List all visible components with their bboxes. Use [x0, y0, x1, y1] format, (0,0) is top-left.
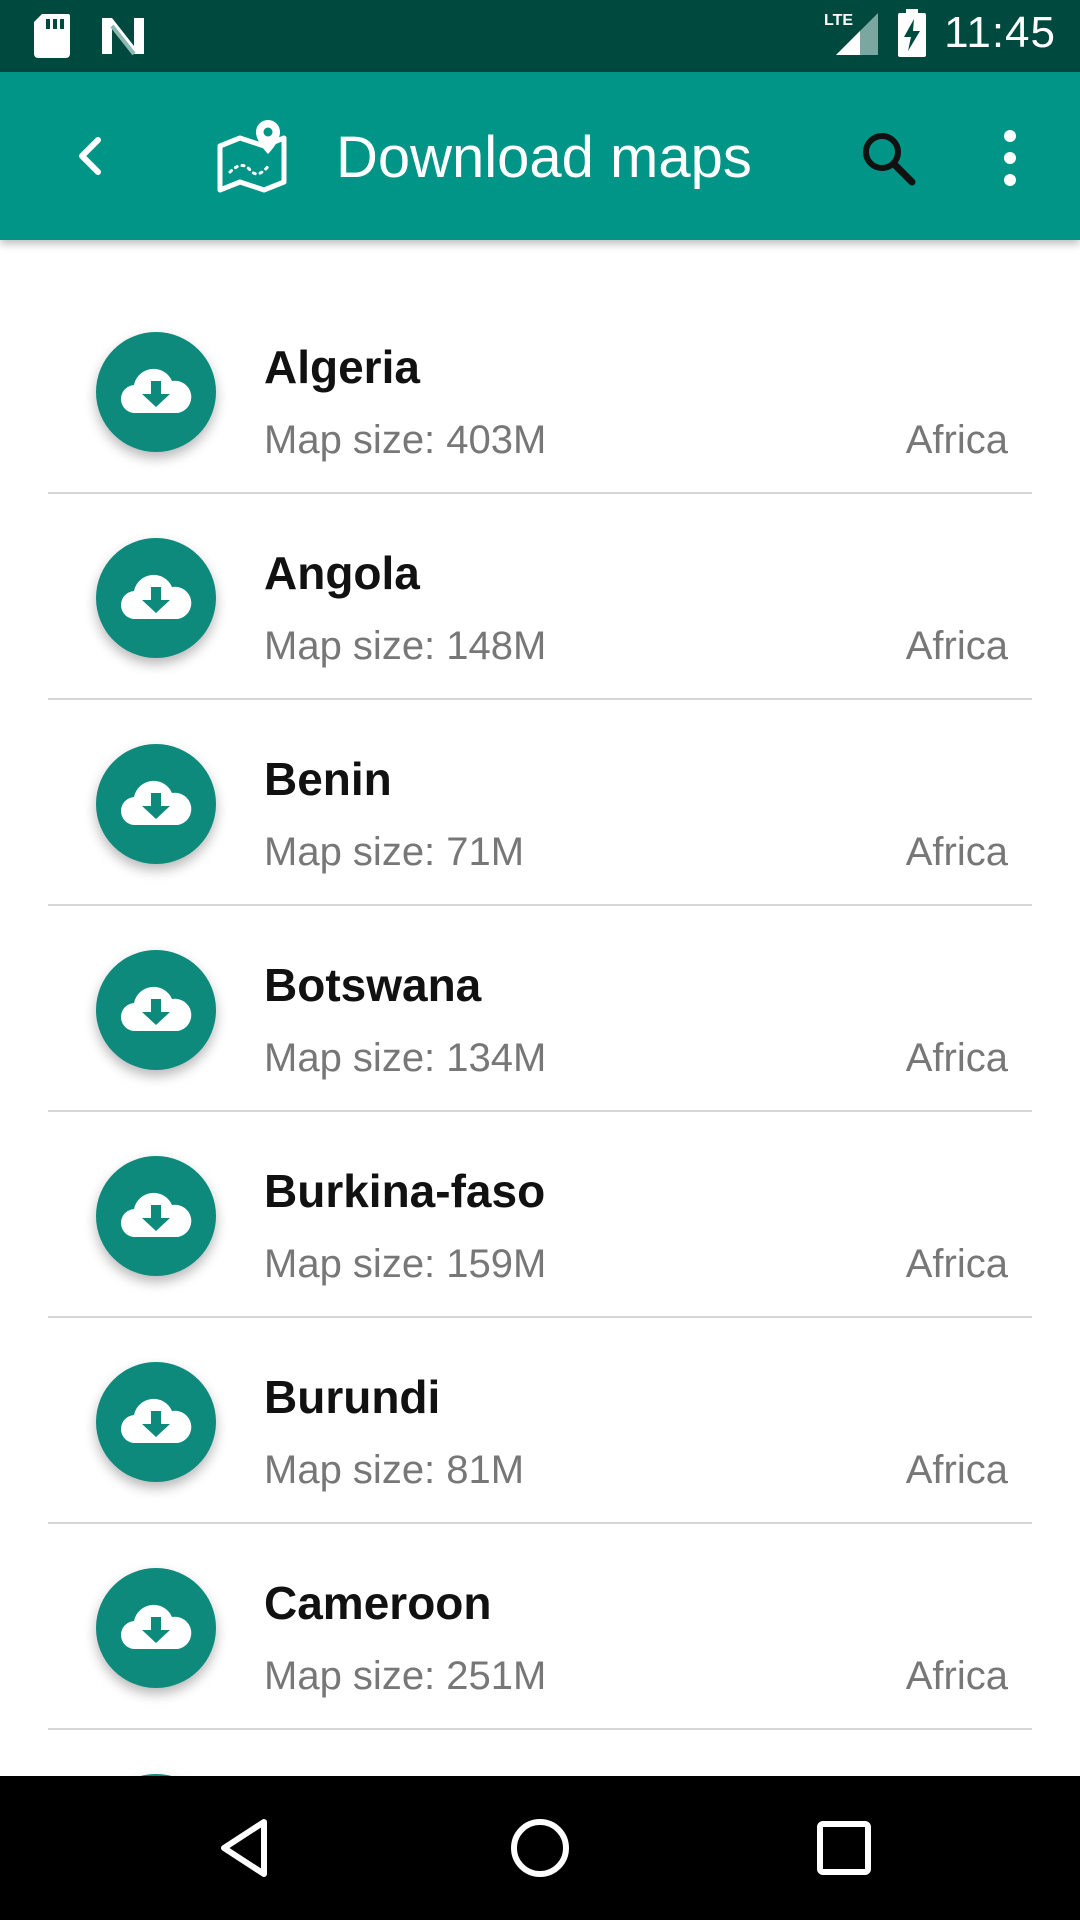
- cloud-download-icon: [120, 574, 192, 620]
- download-button[interactable]: [96, 538, 216, 658]
- cloud-download-icon: [120, 986, 192, 1032]
- map-logo-icon: [217, 120, 287, 193]
- list-item[interactable]: Angola Map size: 148M Africa: [0, 446, 1080, 700]
- cloud-download-icon: [120, 780, 192, 826]
- status-right-icons: LTE 11:45: [824, 8, 1056, 58]
- more-vert-icon[interactable]: [990, 126, 1030, 190]
- cloud-download-icon: [120, 368, 192, 414]
- app-bar: Download maps: [0, 72, 1080, 240]
- nav-recents-icon[interactable]: [808, 1812, 880, 1884]
- status-bar: LTE 11:45: [0, 0, 1080, 72]
- map-name: Burkina-faso: [264, 1165, 546, 1217]
- list-item[interactable]: Burkina-faso Map size: 159M Africa: [0, 1064, 1080, 1318]
- cloud-download-icon: [120, 1604, 192, 1650]
- map-name: Cameroon: [264, 1577, 492, 1629]
- network-label: LTE: [824, 12, 853, 29]
- map-name: Botswana: [264, 959, 482, 1011]
- back-arrow-icon[interactable]: [62, 126, 122, 186]
- nav-home-icon[interactable]: [504, 1812, 576, 1884]
- system-nav-bar: [0, 1776, 1080, 1920]
- search-icon[interactable]: [856, 126, 920, 190]
- download-button[interactable]: [96, 744, 216, 864]
- list-item[interactable]: Botswana Map size: 134M Africa: [0, 858, 1080, 1112]
- lte-signal-icon: LTE: [824, 12, 879, 55]
- map-name: Angola: [264, 547, 420, 599]
- map-name: Algeria: [264, 341, 420, 393]
- download-button[interactable]: [96, 950, 216, 1070]
- download-button[interactable]: [96, 332, 216, 452]
- download-button[interactable]: [96, 1362, 216, 1482]
- nav-back-icon[interactable]: [210, 1812, 282, 1884]
- battery-charging-icon: [898, 9, 927, 57]
- map-list: Algeria Map size: 403M Africa Angola Map…: [0, 240, 1080, 1776]
- status-time: 11:45: [944, 8, 1056, 57]
- map-name: Benin: [264, 753, 392, 805]
- cloud-download-icon: [120, 1192, 192, 1238]
- sd-card-icon: [34, 14, 70, 58]
- list-item[interactable]: Algeria Map size: 403M Africa: [0, 240, 1080, 494]
- map-name: Burundi: [264, 1371, 441, 1423]
- cloud-download-icon: [120, 1398, 192, 1444]
- download-button[interactable]: [96, 1568, 216, 1688]
- n-logo-icon: [102, 18, 144, 56]
- status-left-icons: [34, 14, 146, 58]
- list-item[interactable]: Benin Map size: 71M Africa: [0, 652, 1080, 906]
- list-item[interactable]: [0, 1682, 1080, 1776]
- list-item[interactable]: Cameroon Map size: 251M Africa: [0, 1476, 1080, 1730]
- list-item[interactable]: Burundi Map size: 81M Africa: [0, 1270, 1080, 1524]
- download-button[interactable]: [96, 1156, 216, 1276]
- page-title: Download maps: [336, 125, 752, 190]
